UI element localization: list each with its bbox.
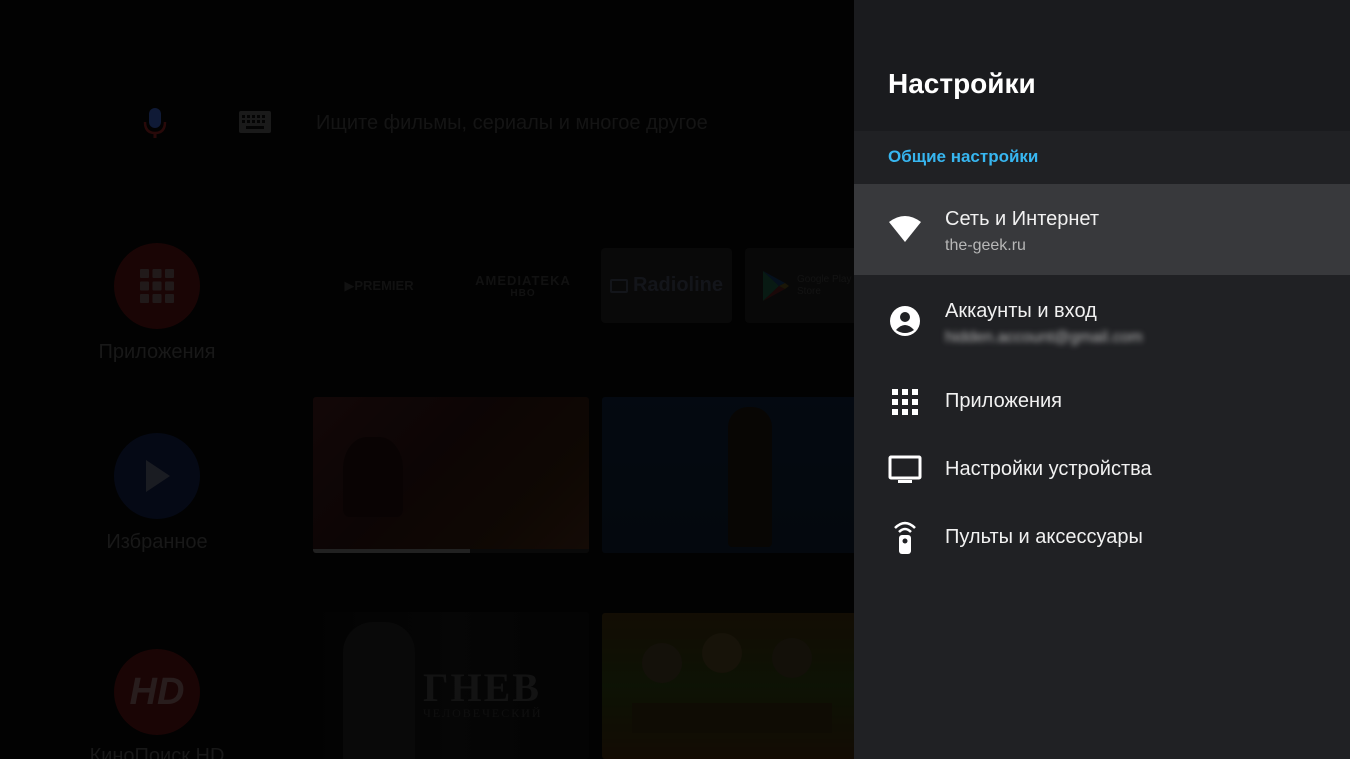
channel-amediateka[interactable]: AMEDIATEKA HBO [458,248,588,323]
remote-icon [886,518,924,556]
side-app-label: Приложения [98,341,216,363]
search-placeholder[interactable]: Ищите фильмы, сериалы и многое другое [316,112,708,135]
channel-radioline[interactable]: Radioline [601,248,732,323]
video-thumbnail[interactable] [602,397,854,553]
progress-track [313,549,589,553]
apps-grid-icon [114,243,200,329]
section-title: Общие настройки [888,147,1039,166]
settings-item-apps[interactable]: Приложения [854,368,1350,436]
channel-premier[interactable]: ▶PREMIER [314,248,444,323]
settings-item-subtitle: the-geek.ru [945,237,1026,254]
video-thumbnail[interactable]: ГНЕВ ЧЕЛОВЕЧЕСКИЙ [313,612,589,759]
settings-header: Настройки [854,0,1350,131]
side-app-label: КиноПоиск HD [89,745,225,759]
settings-item-label: Настройки устройства [945,458,1152,480]
side-app-kinopoisk[interactable]: HD КиноПоиск HD [77,649,237,759]
settings-item-accounts[interactable]: Аккаунты и вход hidden.account@gmail.com [854,276,1350,367]
settings-item-network[interactable]: Сеть и Интернет the-geek.ru [854,184,1350,275]
microphone-icon[interactable] [141,106,169,140]
apps-grid-icon [886,383,924,421]
launcher-background: Ищите фильмы, сериалы и многое другое Пр… [0,0,854,759]
video-thumbnail[interactable] [313,397,589,553]
settings-panel: Настройки Общие настройки Сеть и Интерне… [854,0,1350,759]
radio-icon [609,278,628,293]
settings-item-label: Сеть и Интернет [945,208,1100,230]
side-app-label: Избранное [106,531,208,553]
settings-item-label: Аккаунты и вход [945,300,1097,322]
kinopoisk-hd-logo: HD [114,649,200,735]
account-icon [886,302,924,340]
side-app-favorites[interactable]: Избранное [77,433,237,554]
keyboard-icon[interactable] [239,111,271,133]
settings-item-remotes[interactable]: Пульты и аксессуары [854,504,1350,572]
settings-item-label: Пульты и аксессуары [945,526,1143,548]
play-icon [114,433,200,519]
settings-item-device[interactable]: Настройки устройства [854,436,1350,504]
settings-item-label: Приложения [945,390,1063,412]
video-thumbnail[interactable] [602,613,854,759]
progress-fill [313,549,471,553]
settings-title: Настройки [888,68,1036,99]
tv-icon [886,451,924,489]
google-play-icon [763,270,789,301]
channel-google-play[interactable]: Google Play Store [745,248,854,323]
settings-item-subtitle: hidden.account@gmail.com [945,329,1143,346]
side-app-apps[interactable]: Приложения [77,243,237,364]
wifi-icon [886,210,924,248]
